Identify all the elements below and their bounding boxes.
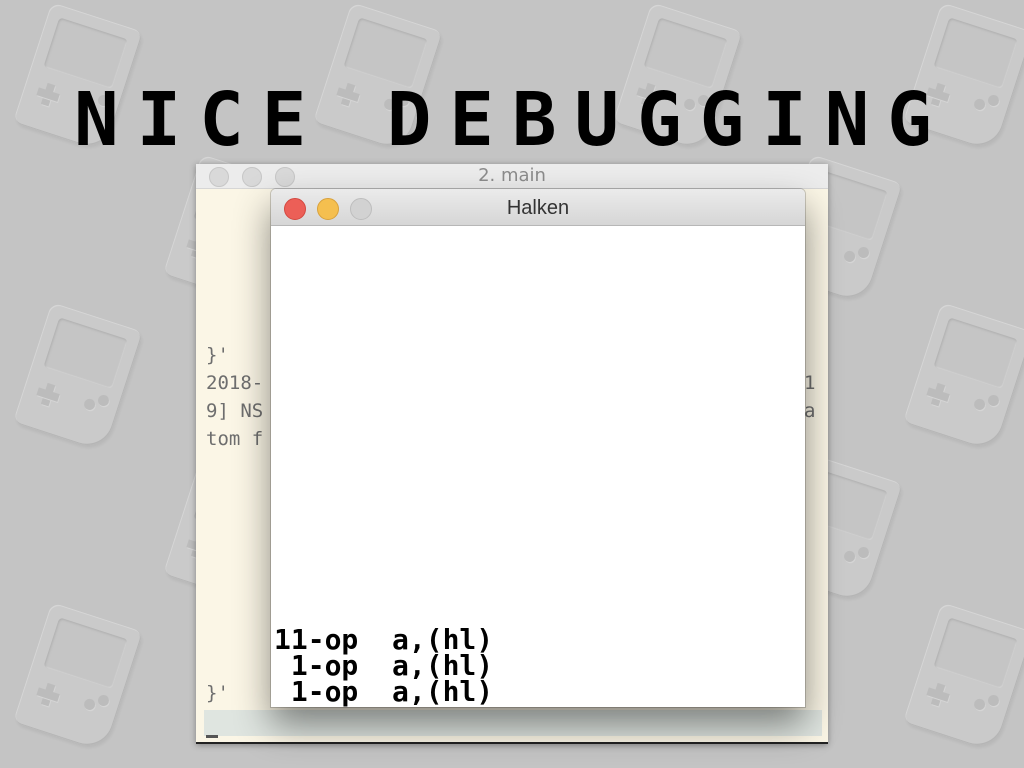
terminal-line: 2018-	[206, 372, 264, 394]
terminal-line: }'	[206, 682, 229, 704]
gameboy-icon	[12, 602, 144, 752]
gameboy-icon	[902, 602, 1024, 752]
terminal-line-fragment: 1	[804, 372, 816, 394]
text-cursor	[206, 735, 218, 738]
gameboy-icon	[12, 302, 144, 452]
terminal-title: 2. main	[478, 165, 546, 186]
halken-window[interactable]: Halken 11-op a,(hl) 1-op a,(hl) 1-op a,(…	[271, 189, 805, 707]
halken-titlebar[interactable]: Halken	[271, 189, 805, 226]
banner-title: NICE DEBUGGING	[74, 77, 950, 163]
output-line: 1-op a,(hl)	[274, 675, 494, 707]
halken-title: Halken	[506, 197, 570, 219]
terminal-line: }'	[206, 344, 229, 366]
terminal-input-line[interactable]	[204, 710, 822, 736]
terminal-line: 9] NS	[206, 400, 264, 422]
terminal-titlebar[interactable]: 2. main	[196, 164, 828, 189]
terminal-line-fragment: a	[804, 400, 816, 422]
gameboy-icon	[902, 302, 1024, 452]
terminal-line: tom f	[206, 428, 264, 450]
